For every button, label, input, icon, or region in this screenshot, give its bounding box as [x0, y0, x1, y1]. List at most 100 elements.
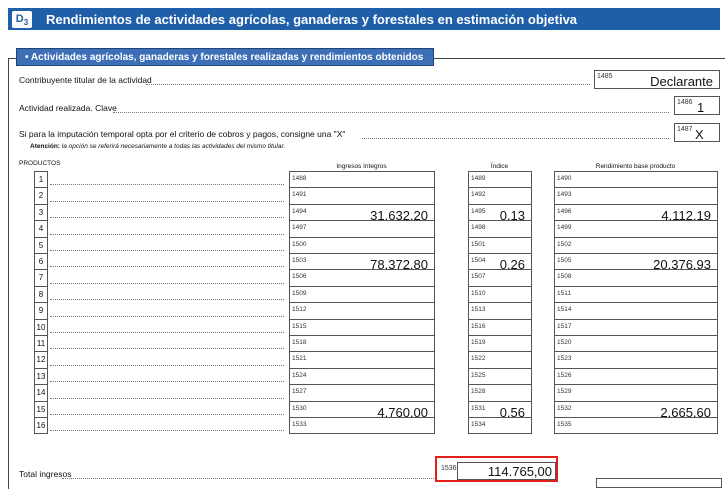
product-input-line[interactable] — [50, 283, 284, 284]
indice-cell[interactable]: 1501 — [468, 237, 532, 254]
atencion-note: Atención: la opción se referirá necesari… — [30, 143, 286, 150]
rendimiento-cell[interactable]: 1517 — [554, 319, 718, 336]
row-number: 15 — [34, 401, 48, 418]
rendimiento-cell[interactable]: 1493 — [554, 187, 718, 205]
ingresos-cell[interactable]: 1518 — [289, 335, 435, 352]
ingresos-cell[interactable]: 1533 — [289, 417, 435, 434]
indice-cell[interactable]: 1513 — [468, 302, 532, 320]
col-header-ingresos: Ingresos íntegros — [336, 163, 387, 170]
row-number: 11 — [34, 335, 48, 352]
rendimiento-cell[interactable]: 1490 — [554, 171, 718, 188]
rendimiento-cell[interactable]: 1514 — [554, 302, 718, 320]
product-input-line[interactable] — [50, 184, 284, 185]
contribuyente-value: Declarante — [650, 74, 713, 89]
contribuyente-label: Contribuyente titular de la actividad — [19, 75, 152, 85]
product-input-line[interactable] — [50, 430, 284, 431]
rendimiento-cell[interactable]: 1526 — [554, 368, 718, 385]
indice-cell[interactable]: 1489 — [468, 171, 532, 188]
cell-code: 1497 — [292, 224, 307, 231]
indice-cell[interactable]: 1498 — [468, 220, 532, 238]
cell-code: 1532 — [557, 405, 572, 412]
rendimiento-cell[interactable]: 1502 — [554, 237, 718, 254]
cell-code: 1498 — [471, 224, 486, 231]
product-input-line[interactable] — [50, 217, 284, 218]
row-number: 7 — [34, 269, 48, 287]
imputacion-checkbox[interactable]: 1487 X — [674, 123, 720, 142]
ingresos-cell[interactable]: 1503 78.372,80 — [289, 253, 435, 272]
indice-cell[interactable]: 1528 — [468, 384, 532, 402]
rendimiento-cell[interactable]: 1523 — [554, 351, 718, 369]
actividad-field[interactable]: 1486 1 — [674, 96, 720, 115]
cell-code: 1503 — [292, 257, 307, 264]
total-value: 114.765,00 — [487, 464, 552, 479]
cell-code: 1529 — [557, 388, 572, 395]
product-input-line[interactable] — [50, 234, 284, 235]
rendimiento-cell[interactable]: 1499 — [554, 220, 718, 238]
ingresos-cell[interactable]: 1491 — [289, 187, 435, 205]
product-input-line[interactable] — [50, 332, 284, 333]
row-number: 8 — [34, 286, 48, 303]
indice-cell[interactable]: 1531 0,56 — [468, 401, 532, 420]
ingresos-cell[interactable]: 1524 — [289, 368, 435, 385]
product-input-line[interactable] — [50, 201, 284, 202]
ingresos-cell[interactable]: 1521 — [289, 351, 435, 369]
cell-code: 1527 — [292, 388, 307, 395]
product-input-line[interactable] — [50, 348, 284, 349]
product-input-line[interactable] — [50, 381, 284, 382]
product-input-line[interactable] — [50, 299, 284, 300]
rendimiento-cell[interactable]: 1520 — [554, 335, 718, 352]
col-header-productos: PRODUCTOS — [19, 160, 61, 167]
indice-cell[interactable]: 1522 — [468, 351, 532, 369]
ingresos-cell[interactable]: 1506 — [289, 269, 435, 287]
ingresos-cell[interactable]: 1497 — [289, 220, 435, 238]
indice-cell[interactable]: 1495 0,13 — [468, 204, 532, 223]
product-input-line[interactable] — [50, 398, 284, 399]
ingresos-cell[interactable]: 1512 — [289, 302, 435, 320]
rendimiento-cell[interactable]: 1511 — [554, 286, 718, 303]
indice-cell[interactable]: 1507 — [468, 269, 532, 287]
cell-code: 1513 — [471, 306, 486, 313]
indice-cell[interactable]: 1516 — [468, 319, 532, 336]
total-value-box: 114.765,00 — [457, 462, 556, 480]
row-number: 10 — [34, 319, 48, 336]
ingresos-cell[interactable]: 1488 — [289, 171, 435, 188]
col-header-indice: Índice — [490, 163, 509, 170]
cell-code: 1517 — [557, 323, 572, 330]
leader-dots — [362, 138, 669, 139]
row-number: 12 — [34, 351, 48, 369]
cell-code: 1494 — [292, 208, 307, 215]
row-number: 5 — [34, 237, 48, 254]
cell-code: 1496 — [557, 208, 572, 215]
ingresos-cell[interactable]: 1500 — [289, 237, 435, 254]
product-input-line[interactable] — [50, 414, 284, 415]
indice-cell[interactable]: 1510 — [468, 286, 532, 303]
indice-cell[interactable]: 1534 — [468, 417, 532, 434]
next-field[interactable] — [596, 478, 722, 488]
cell-code: 1500 — [292, 241, 307, 248]
total-ingresos-field[interactable]: 1536 114.765,00 — [435, 456, 558, 482]
contribuyente-field[interactable]: 1485 Declarante — [594, 70, 720, 89]
ingresos-cell[interactable]: 1527 — [289, 384, 435, 402]
product-input-line[interactable] — [50, 316, 284, 317]
ingresos-cell[interactable]: 1494 31.632,20 — [289, 204, 435, 223]
indice-cell[interactable]: 1519 — [468, 335, 532, 352]
rendimiento-cell[interactable]: 1532 2.665,60 — [554, 401, 718, 420]
product-input-line[interactable] — [50, 365, 284, 366]
rendimiento-cell[interactable]: 1505 20.376,93 — [554, 253, 718, 272]
ingresos-cell[interactable]: 1530 4.760,00 — [289, 401, 435, 420]
ingresos-cell[interactable]: 1509 — [289, 286, 435, 303]
cell-code: 1514 — [557, 306, 572, 313]
indice-cell[interactable]: 1504 0,26 — [468, 253, 532, 272]
indice-cell[interactable]: 1525 — [468, 368, 532, 385]
ingresos-cell[interactable]: 1515 — [289, 319, 435, 336]
product-input-line[interactable] — [50, 250, 284, 251]
cell-code: 1521 — [292, 355, 307, 362]
row-number: 13 — [34, 368, 48, 385]
rendimiento-cell[interactable]: 1535 — [554, 417, 718, 434]
rendimiento-cell[interactable]: 1529 — [554, 384, 718, 402]
rendimiento-cell[interactable]: 1508 — [554, 269, 718, 287]
cell-code: 1492 — [471, 191, 486, 198]
product-input-line[interactable] — [50, 266, 284, 267]
rendimiento-cell[interactable]: 1496 4.112,19 — [554, 204, 718, 223]
indice-cell[interactable]: 1492 — [468, 187, 532, 205]
